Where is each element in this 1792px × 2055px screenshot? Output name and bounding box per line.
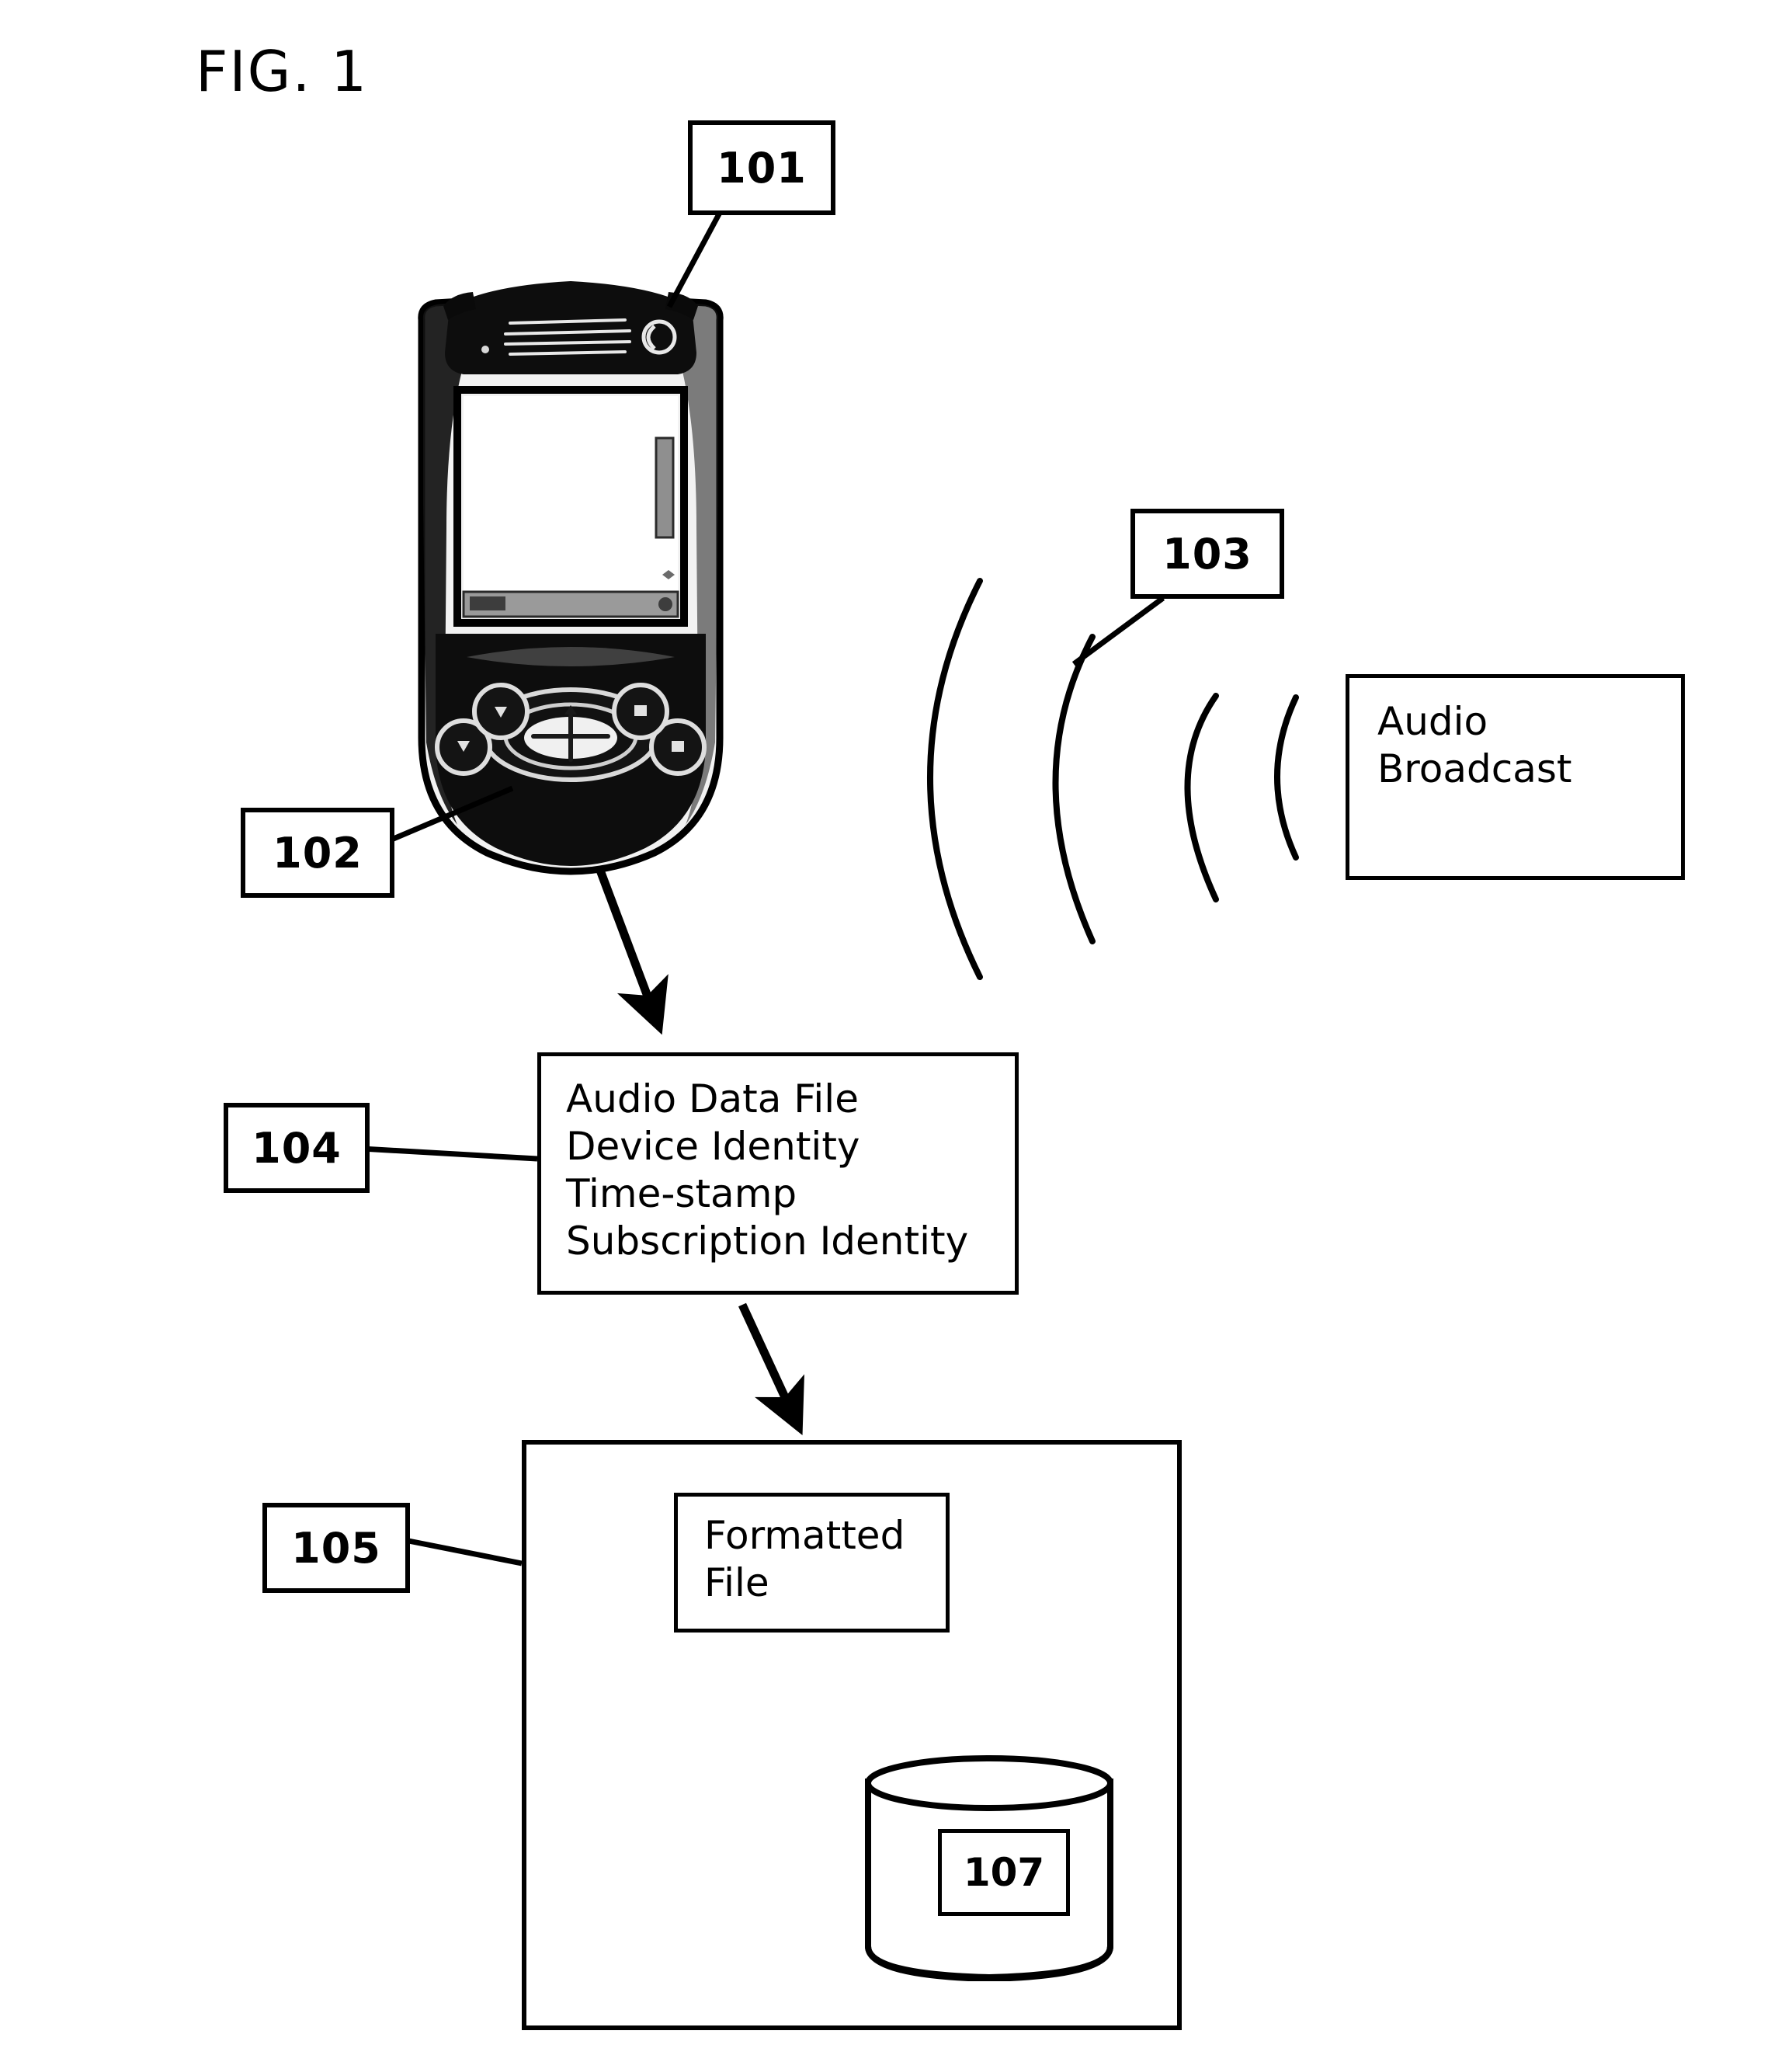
audio-broadcast-box: Audio Broadcast — [1346, 674, 1685, 880]
radio-wave-arcs — [927, 578, 1299, 980]
reference-label-101: 101 — [688, 120, 835, 215]
reference-label-104: 104 — [224, 1103, 370, 1193]
handheld-device-illustration — [392, 272, 749, 893]
page-title: FIG. 1 — [196, 39, 369, 104]
leader-line-103 — [1071, 596, 1165, 666]
reference-label-107: 107 — [938, 1829, 1070, 1916]
reference-label-105: 105 — [262, 1503, 410, 1593]
audio-broadcast-label: Audio Broadcast — [1377, 699, 1572, 791]
arrow-record-to-system — [738, 1302, 804, 1435]
data-record-contents: Audio Data File Device Identity Time-sta… — [566, 1076, 969, 1264]
leader-line-104 — [361, 1146, 538, 1162]
formatted-file-label: Formatted File — [704, 1513, 905, 1605]
reference-label-103: 103 — [1130, 509, 1284, 599]
leader-line-105 — [400, 1536, 523, 1566]
data-record-box: Audio Data File Device Identity Time-sta… — [537, 1052, 1019, 1295]
patent-figure-page: FIG. 1 101 102 103 104 105 Audio Broadca… — [0, 0, 1792, 2055]
reference-label-102: 102 — [241, 808, 394, 898]
formatted-file-box: Formatted File — [674, 1493, 950, 1633]
